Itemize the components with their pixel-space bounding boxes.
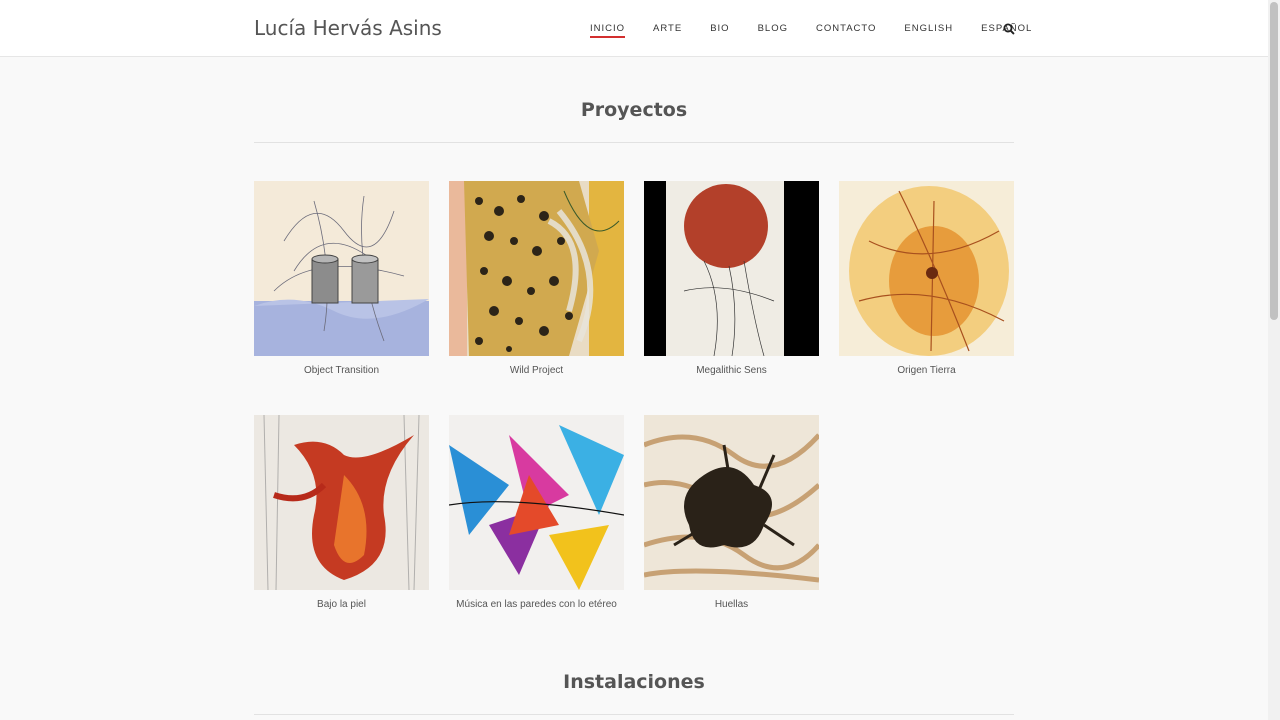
project-card-wild-project[interactable]: Wild Project	[449, 181, 624, 376]
project-caption: Música en las paredes con lo etéreo	[456, 599, 617, 610]
search-icon[interactable]	[1001, 21, 1017, 37]
scrollbar-thumb[interactable]	[1270, 2, 1278, 320]
artwork-image	[449, 415, 624, 590]
nav-item-inicio[interactable]: INICIO	[576, 0, 639, 57]
nav-item-blog[interactable]: BLOG	[744, 0, 802, 57]
nav-item-contacto[interactable]: CONTACTO	[802, 0, 890, 57]
section-divider	[254, 142, 1014, 143]
section-title-proyectos: Proyectos	[580, 99, 688, 121]
project-caption: Object Transition	[303, 365, 380, 376]
nav-item-arte[interactable]: ARTE	[639, 0, 696, 57]
section-divider	[254, 714, 1014, 715]
project-caption: Origen Tierra	[897, 365, 956, 376]
artwork-image	[839, 181, 1014, 356]
project-caption: Wild Project	[509, 365, 564, 376]
page: Lucía Hervás Asins INICIO ARTE BIO BLOG …	[0, 0, 1280, 720]
site-header: Lucía Hervás Asins INICIO ARTE BIO BLOG …	[0, 0, 1268, 57]
project-card-huellas[interactable]: Huellas	[644, 415, 819, 610]
project-card-origen-tierra[interactable]: Origen Tierra	[839, 181, 1014, 376]
nav-item-bio[interactable]: BIO	[696, 0, 743, 57]
project-card-megalithic-sens[interactable]: Megalithic Sens	[644, 181, 819, 376]
main-nav: INICIO ARTE BIO BLOG CONTACTO ENGLISH ES…	[576, 0, 1046, 57]
page-scrollbar[interactable]	[1268, 0, 1280, 720]
artwork-image	[254, 181, 429, 356]
project-card-bajo-la-piel[interactable]: Bajo la piel	[254, 415, 429, 610]
nav-item-english[interactable]: ENGLISH	[890, 0, 967, 57]
project-caption: Megalithic Sens	[696, 365, 767, 376]
project-card-object-transition[interactable]: Object Transition	[254, 181, 429, 376]
site-title[interactable]: Lucía Hervás Asins	[254, 16, 442, 40]
section-title-instalaciones: Instalaciones	[563, 671, 705, 693]
project-caption: Bajo la piel	[317, 599, 366, 610]
artwork-image	[644, 181, 819, 356]
artwork-image	[449, 181, 624, 356]
artwork-image	[644, 415, 819, 590]
project-card-musica[interactable]: Música en las paredes con lo etéreo	[449, 415, 624, 610]
project-caption: Huellas	[714, 599, 749, 610]
artwork-image	[254, 415, 429, 590]
